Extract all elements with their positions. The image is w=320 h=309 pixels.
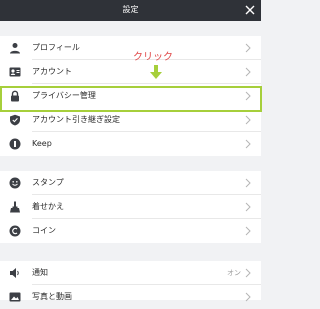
person-icon	[10, 43, 20, 54]
settings-item-profile[interactable]: プロフィール	[0, 36, 261, 60]
settings-item-label: コイン	[32, 226, 56, 235]
coin-icon	[9, 225, 21, 237]
settings-item-account[interactable]: アカウント	[0, 60, 261, 84]
chevron-right-icon	[245, 115, 251, 125]
general-settings-group: 通知 オン 写真と動画	[0, 261, 261, 302]
chevron-right-icon	[245, 202, 251, 212]
photo-icon	[9, 292, 21, 302]
settings-item-label: 通知	[32, 268, 48, 277]
brush-icon	[10, 201, 20, 213]
settings-item-stickers[interactable]: スタンプ	[0, 171, 261, 195]
settings-item-label: アカウント	[32, 67, 72, 76]
close-icon[interactable]	[243, 3, 257, 17]
chevron-right-icon	[245, 43, 251, 53]
shield-icon	[10, 114, 20, 126]
settings-item-notifications[interactable]: 通知 オン	[0, 261, 261, 285]
chevron-right-icon	[245, 67, 251, 77]
settings-item-label: スタンプ	[32, 178, 64, 187]
chevron-right-icon	[245, 178, 251, 188]
content-settings-group: スタンプ 着せかえ コイン	[0, 171, 261, 243]
settings-item-label: 写真と動画	[32, 292, 72, 301]
id-card-icon	[9, 67, 21, 77]
header-bar: 設定	[0, 0, 261, 21]
settings-item-themes[interactable]: 着せかえ	[0, 195, 261, 219]
page-title: 設定	[122, 5, 139, 14]
settings-item-label: アカウント引き継ぎ設定	[32, 115, 120, 124]
chevron-right-icon	[245, 226, 251, 236]
chevron-right-icon	[245, 292, 251, 302]
smiley-icon	[9, 177, 21, 189]
settings-item-coins[interactable]: コイン	[0, 219, 261, 243]
settings-item-label: プロフィール	[32, 43, 80, 52]
notification-status: オン	[227, 269, 241, 277]
click-annotation: クリック	[133, 52, 173, 63]
settings-item-label: Keep	[32, 139, 52, 148]
chevron-right-icon	[245, 268, 251, 278]
settings-item-label: 着せかえ	[32, 202, 64, 211]
highlight-frame	[0, 86, 262, 112]
arrow-down-icon	[150, 65, 162, 79]
settings-item-keep[interactable]: Keep	[0, 132, 261, 156]
keep-icon	[9, 138, 21, 150]
settings-item-photos-videos[interactable]: 写真と動画	[0, 285, 261, 309]
chevron-right-icon	[245, 139, 251, 149]
speaker-icon	[10, 268, 19, 278]
